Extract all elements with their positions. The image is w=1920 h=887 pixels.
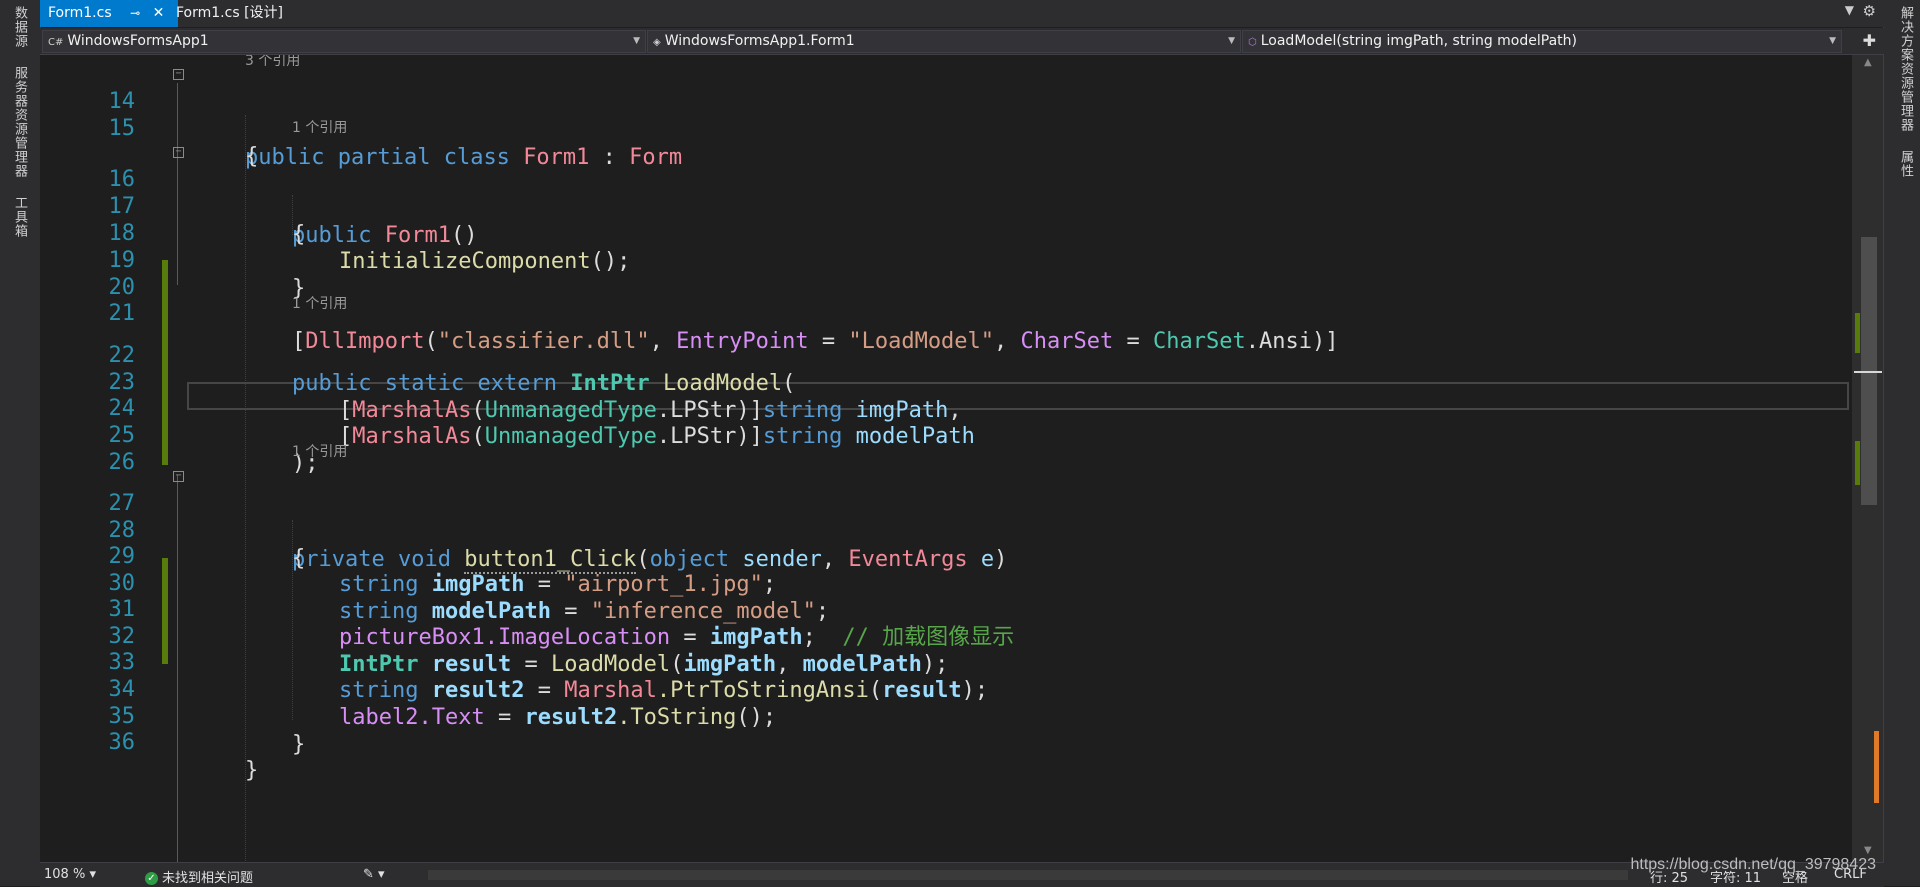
watermark-text: https://blog.csdn.net/qq_39798423 <box>1630 856 1876 873</box>
caret-position-mark <box>1854 371 1882 373</box>
code-line: 24 [MarshalAs(UnmanagedType.LPStr)]strin… <box>108 396 975 449</box>
server-explorer-tab[interactable]: 服务器资源管理器 <box>10 66 29 178</box>
code-line: 23 [MarshalAs(UnmanagedType.LPStr)]strin… <box>108 370 962 423</box>
code-lens[interactable]: 1 个引用 <box>40 295 1852 313</box>
code-line: 20 <box>108 275 136 300</box>
code-line: 31 pictureBox1.ImageLocation = imgPath; … <box>108 597 1015 650</box>
class-icon: ◈ <box>653 37 661 48</box>
gear-icon[interactable]: ⚙ <box>1863 2 1876 20</box>
code-line: 33 string result2 = Marshal.PtrToStringA… <box>108 650 989 703</box>
properties-tab[interactable]: 属性 <box>1896 150 1915 178</box>
code-line: 30 string modelPath = "inference_model"; <box>108 571 830 624</box>
code-line: 34 label2.Text = result2.ToString(); <box>108 677 777 730</box>
chevron-down-icon: ▼ <box>1228 36 1235 46</box>
vertical-scrollbar[interactable]: ▲ ▼ <box>1852 55 1883 862</box>
project-dropdown[interactable]: C# WindowsFormsApp1 ▼ <box>42 30 646 53</box>
zoom-dropdown[interactable]: 108 % ▾ <box>44 867 96 882</box>
split-editor-icon[interactable]: ✚ <box>1863 31 1876 50</box>
scroll-down-icon[interactable]: ▼ <box>1864 845 1872 856</box>
tab-form1-cs[interactable]: Form1.cs ⊸ ✕ <box>40 0 178 27</box>
class-dropdown[interactable]: ◈ WindowsFormsApp1.Form1 ▼ <box>647 30 1241 53</box>
chevron-down-icon: ▼ <box>633 36 640 46</box>
class-label: WindowsFormsApp1.Form1 <box>664 33 855 49</box>
tab-form1-designer[interactable]: Form1.cs [设计] <box>168 0 291 27</box>
code-line: 16 − public Form1() <box>108 146 478 249</box>
code-line: 22 public static extern IntPtr LoadModel… <box>108 343 796 396</box>
close-icon[interactable]: ✕ <box>153 0 165 27</box>
solution-explorer-tab[interactable]: 解决方案资源管理器 <box>1896 6 1915 132</box>
collapse-icon[interactable]: − <box>173 471 184 482</box>
code-line: 32 IntPtr result = LoadModel(imgPath, mo… <box>108 624 949 677</box>
code-line: 14 − public partial class Form1 : Form <box>108 68 683 171</box>
horizontal-scrollbar[interactable] <box>428 870 1628 880</box>
tab-label: Form1.cs [设计] <box>176 5 283 21</box>
code-line: 25 ); <box>108 423 319 476</box>
collapse-icon[interactable]: − <box>173 69 184 80</box>
issues-indicator[interactable]: ✓ 未找到相关问题 <box>145 867 253 886</box>
tab-overflow-icon[interactable]: ▼ <box>1845 3 1854 17</box>
member-label: LoadModel(string imgPath, string modelPa… <box>1260 33 1577 49</box>
change-mark <box>1855 441 1860 485</box>
collapse-icon[interactable]: − <box>173 147 184 158</box>
chevron-down-icon: ▼ <box>1829 36 1836 46</box>
document-tab-bar: Form1.cs ⊸ ✕ Form1.cs [设计] ▼ ⚙ <box>40 0 1884 27</box>
code-line: 28 { <box>108 518 306 571</box>
code-line: 15 { <box>108 116 259 169</box>
member-dropdown[interactable]: ⬡ LoadModel(string imgPath, string modelP… <box>1242 30 1842 53</box>
toolbox-tab[interactable]: 工具箱 <box>10 196 29 238</box>
data-sources-tab[interactable]: 数据源 <box>10 6 29 48</box>
tab-label: Form1.cs <box>48 5 112 21</box>
code-line: 35 } <box>108 704 306 757</box>
editor-status-bar: 108 % ▾ ✓ 未找到相关问题 ✎ ▾ 行: 25 字符: 11 空格 CRL… <box>40 862 1884 887</box>
csharp-project-icon: C# <box>48 37 64 48</box>
project-label: WindowsFormsApp1 <box>67 33 209 49</box>
code-lens[interactable]: 1 个引用 <box>40 443 1852 461</box>
pin-icon[interactable]: ⊸ <box>130 0 140 27</box>
change-mark <box>1855 313 1860 353</box>
right-tool-strip: 解决方案资源管理器 属性 <box>1883 0 1920 886</box>
code-lens[interactable]: 1 个引用 <box>40 119 1852 137</box>
warning-mark <box>1874 731 1879 803</box>
code-line: 36 } <box>108 730 259 783</box>
brush-icon[interactable]: ✎ ▾ <box>363 867 385 882</box>
navigation-bar: C# WindowsFormsApp1 ▼ ◈ WindowsFormsApp1.F… <box>40 28 1884 55</box>
code-line: 18 InitializeComponent(); <box>108 221 631 274</box>
scroll-up-icon[interactable]: ▲ <box>1864 57 1872 68</box>
code-editor[interactable]: 3 个引用 14 − public partial class Form1 : … <box>40 55 1852 862</box>
check-icon: ✓ <box>145 872 158 885</box>
code-line: 29 string imgPath = "airport_1.jpg"; <box>108 544 777 597</box>
code-line: 19 } <box>108 248 306 301</box>
code-line: 17 { <box>108 194 306 247</box>
code-line: 27 − private void button1_Click(object s… <box>108 470 1008 574</box>
left-tool-strip: 数据源 服务器资源管理器 工具箱 <box>0 0 41 886</box>
method-icon: ⬡ <box>1248 37 1257 48</box>
